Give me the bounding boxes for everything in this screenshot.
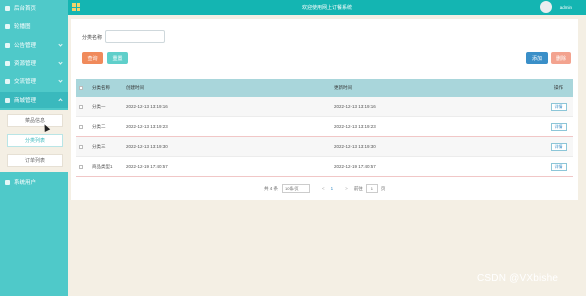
cell-updated: 2022-12-13 13:19:30: [334, 144, 376, 149]
submenu-label: 分类列表: [24, 138, 45, 144]
page-size-value: 10条/页: [285, 185, 299, 191]
detail-button[interactable]: 详情: [550, 122, 567, 131]
chat-icon: [5, 78, 10, 84]
submenu-label: 订单列表: [24, 158, 45, 164]
cell-created: 2022-12-13 13:19:16: [126, 104, 168, 109]
table-body: 分类一 2022-12-13 13:19:16 2022-12-13 13:19…: [76, 97, 573, 177]
sidebar-item-resource[interactable]: 资源管理: [0, 55, 68, 71]
content-card: 分类名称 查询 重置 添加 删除 分类名称 创建时间 更新时间 操作 分类一 2…: [71, 19, 578, 200]
user-icon: [5, 179, 10, 185]
submenu-order-list[interactable]: 订单列表: [7, 154, 63, 167]
shop-submenu: 菜品信息 分类列表 订单列表: [0, 110, 68, 172]
detail-button[interactable]: 详情: [550, 102, 567, 111]
sidebar-item-label: 资源管理: [14, 61, 37, 67]
row-checkbox[interactable]: [76, 104, 86, 109]
table-row: 分类三 2022-12-13 13:19:30 2022-12-13 13:19…: [76, 137, 573, 157]
detail-button[interactable]: 详情: [550, 142, 567, 151]
column-header-created: 创建时间: [126, 85, 144, 90]
query-button[interactable]: 查询: [82, 52, 103, 64]
cell-updated: 2022-12-13 13:19:16: [334, 104, 376, 109]
sidebar-item-users[interactable]: 系统用户: [0, 174, 68, 190]
cell-created: 2022-12-13 13:19:23: [126, 124, 168, 129]
goto-label: 前往: [353, 185, 363, 191]
sidebar-item-forum[interactable]: 交流管理: [0, 73, 68, 89]
app-title: 欢迎使用网上订餐系统: [301, 5, 352, 11]
row-checkbox[interactable]: [76, 124, 86, 129]
sidebar-item-label: 公告管理: [14, 43, 37, 49]
chevron-down-icon: [58, 78, 63, 83]
sidebar-item-label: 后台首页: [14, 6, 37, 12]
table-row: 商品类型1 2022-12-19 17:40:57 2022-12-19 17:…: [76, 157, 573, 177]
column-header-name: 分类名称: [92, 85, 110, 90]
cell-created: 2022-12-19 17:40:57: [126, 164, 168, 169]
shop-icon: [5, 97, 10, 103]
category-name-label: 分类名称: [82, 35, 103, 41]
category-name-input[interactable]: [105, 30, 165, 43]
notice-icon: [5, 42, 10, 48]
sidebar-item-carousel[interactable]: 轮播图: [0, 18, 68, 34]
category-table: 分类名称 创建时间 更新时间 操作 分类一 2022-12-13 13:19:1…: [76, 79, 573, 177]
column-header-updated: 更新时间: [334, 85, 352, 90]
cell-name: 分类三: [92, 143, 106, 149]
chevron-down-icon: [58, 42, 63, 47]
chevron-down-icon: [58, 60, 63, 65]
sidebar-item-shop[interactable]: 商城管理: [0, 92, 68, 108]
row-checkbox[interactable]: [76, 144, 86, 149]
add-button[interactable]: 添加: [526, 52, 548, 64]
home-icon: [5, 5, 10, 11]
pagination: 共 4 条 10条/页 < 1 > 前往 1 页: [264, 184, 385, 193]
total-count: 共 4 条: [264, 185, 279, 191]
detail-button[interactable]: 详情: [550, 162, 567, 171]
submenu-category-list[interactable]: 分类列表: [7, 134, 63, 147]
prev-page-button[interactable]: <: [322, 186, 325, 191]
table-header: 分类名称 创建时间 更新时间 操作: [76, 79, 573, 97]
cell-name: 商品类型1: [92, 163, 113, 169]
sidebar-item-label: 商城管理: [14, 98, 37, 104]
select-all-checkbox[interactable]: [76, 86, 86, 90]
top-bar: 欢迎使用网上订餐系统 admin: [68, 0, 586, 15]
watermark: CSDN @VXbishe: [477, 273, 559, 284]
sidebar-item-home[interactable]: 后台首页: [0, 0, 68, 16]
submenu-dish-info[interactable]: 菜品信息: [7, 114, 63, 127]
sidebar-item-label: 轮播图: [14, 24, 31, 30]
cell-updated: 2022-12-13 13:19:23: [334, 124, 376, 129]
avatar[interactable]: [540, 1, 552, 13]
reset-button[interactable]: 重置: [107, 52, 128, 64]
cell-name: 分类一: [92, 103, 106, 109]
goto-page-value: 1: [370, 186, 373, 191]
cell-updated: 2022-12-19 17:40:57: [334, 164, 376, 169]
sidebar-item-notice[interactable]: 公告管理: [0, 37, 68, 53]
username[interactable]: admin: [560, 5, 572, 10]
page-suffix: 页: [380, 185, 386, 191]
table-row: 分类二 2022-12-13 13:19:23 2022-12-13 13:19…: [76, 117, 573, 137]
cell-created: 2022-12-13 13:19:30: [126, 144, 168, 149]
sidebar-item-label: 交流管理: [14, 79, 37, 85]
submenu-label: 菜品信息: [24, 118, 45, 124]
page-size-select[interactable]: 10条/页: [282, 184, 311, 193]
row-checkbox[interactable]: [76, 164, 86, 169]
table-row: 分类一 2022-12-13 13:19:16 2022-12-13 13:19…: [76, 97, 573, 117]
next-page-button[interactable]: >: [345, 186, 348, 191]
resource-icon: [5, 60, 10, 66]
goto-page-input[interactable]: 1: [365, 184, 378, 193]
sidebar-item-label: 系统用户: [14, 180, 37, 186]
column-header-actions: 操作: [554, 85, 563, 90]
sidebar: 后台首页 轮播图 公告管理 资源管理 交流管理 商城管理 菜品信息 分类列表 订…: [0, 0, 68, 296]
image-icon: [5, 23, 10, 29]
page-number[interactable]: 1: [331, 186, 334, 191]
delete-button[interactable]: 删除: [551, 52, 571, 64]
chevron-up-icon: [58, 98, 63, 103]
cell-name: 分类二: [92, 123, 106, 129]
